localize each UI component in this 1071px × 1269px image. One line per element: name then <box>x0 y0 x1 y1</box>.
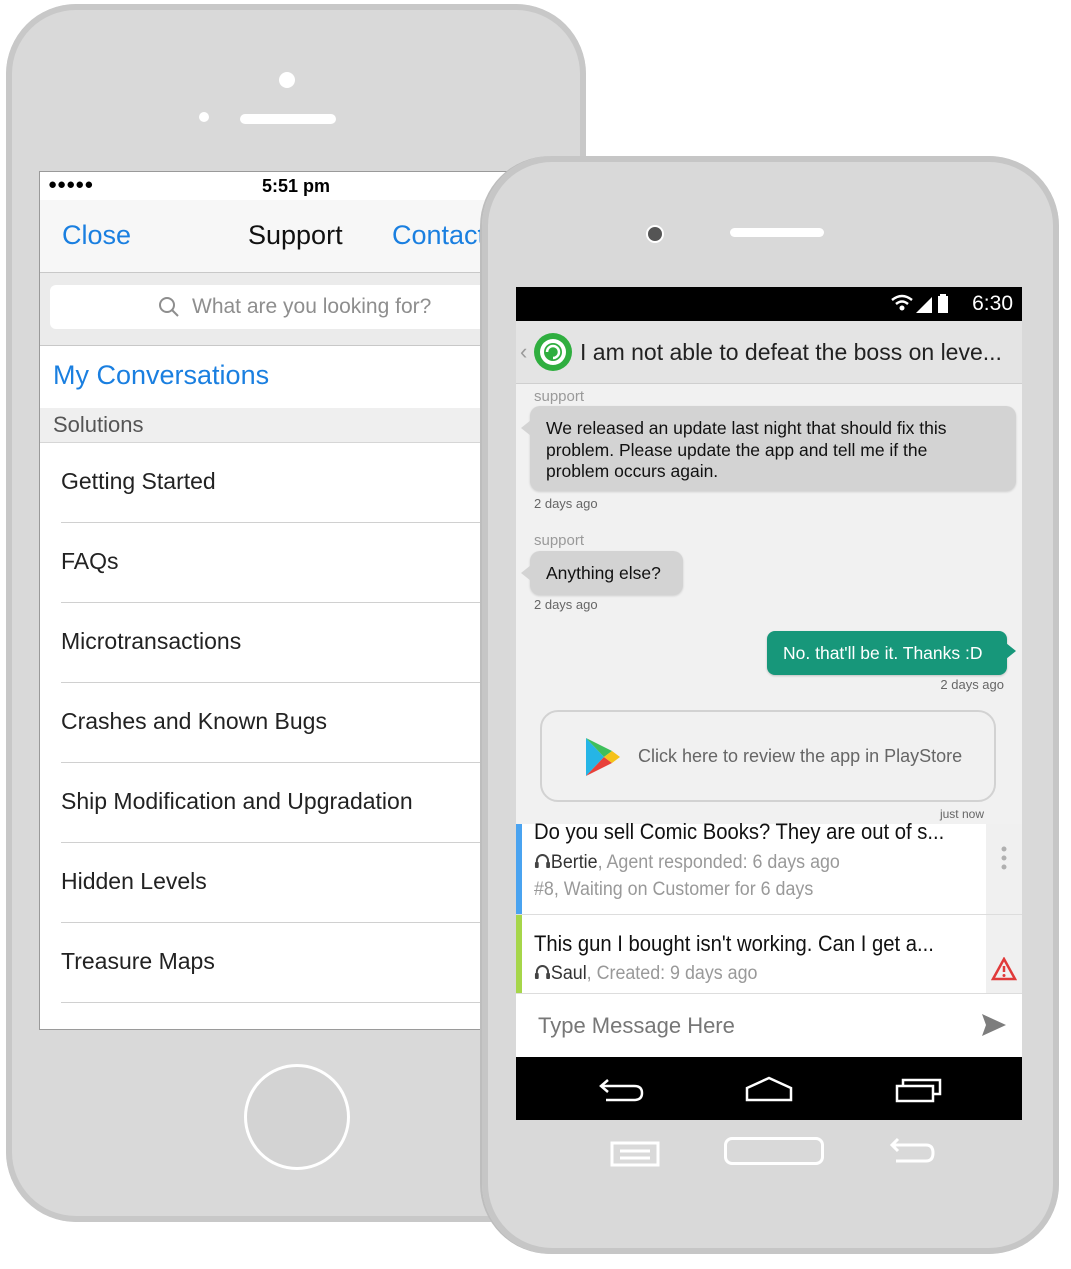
issue-side-panel <box>986 824 1022 914</box>
ios-screen: ●●●●● 5:51 pm Close Support Contact My C… <box>39 171 519 1030</box>
issue-subject: Do you sell Comic Books? They are out of… <box>534 819 945 844</box>
sender-label: support <box>534 532 585 549</box>
back-chevron-icon[interactable]: ‹ <box>520 339 527 365</box>
list-item-label: Hidden Levels <box>61 868 207 894</box>
issue-row[interactable]: This gun I bought isn't working. Can I g… <box>516 915 1022 994</box>
hardware-menu-icon[interactable] <box>610 1141 660 1167</box>
list-item-label: Microtransactions <box>61 628 242 654</box>
my-conversations-row[interactable]: My Conversations <box>40 346 518 408</box>
message-text-line: problem occurs again. <box>546 461 719 481</box>
hardware-home-button[interactable] <box>724 1137 824 1165</box>
list-item[interactable]: Treasure Maps <box>40 923 518 1003</box>
search-field[interactable] <box>50 285 510 329</box>
list-item-label: Getting Started <box>61 468 216 494</box>
message-bubble-outgoing: No. that'll be it. Thanks :D <box>767 631 1016 675</box>
home-button[interactable] <box>244 1064 350 1170</box>
agent-name: Saul <box>550 963 587 984</box>
close-button[interactable]: Close <box>62 220 131 251</box>
message-text-line: We released an update last night that sh… <box>546 418 947 438</box>
list-item[interactable]: FAQs <box>40 523 518 603</box>
list-item-label: FAQs <box>61 548 119 574</box>
message-timestamp: 2 days ago <box>534 597 598 612</box>
app-logo-icon <box>534 333 572 371</box>
signal-strength: ●●●●● <box>48 176 94 193</box>
list-item-label: Treasure Maps <box>61 948 215 974</box>
status-time: 5:51 pm <box>262 176 331 196</box>
message-timestamp: 2 days ago <box>534 496 598 511</box>
playstore-review-card[interactable]: Click here to review the app in PlayStor… <box>540 710 996 802</box>
android-screen: 6:30 ‹ I am not able to defeat the boss … <box>516 287 1022 1120</box>
issue-meta: Bertie, Agent responded: 6 days ago <box>534 852 840 874</box>
earpiece-speaker <box>240 114 336 124</box>
message-text: No. that'll be it. Thanks :D <box>783 643 983 663</box>
review-timestamp: just now <box>939 807 984 821</box>
page-title: Support <box>248 220 343 250</box>
issue-meta: Saul, Created: 9 days ago <box>534 963 757 985</box>
proximity-sensor <box>199 112 209 122</box>
list-item[interactable]: Microtransactions <box>40 603 518 683</box>
search-input[interactable] <box>190 291 494 323</box>
list-item-label: Ship Modification and Upgradation <box>61 788 413 814</box>
solutions-list: Getting Started FAQs Microtransactions C… <box>40 443 518 1003</box>
list-item[interactable]: Crashes and Known Bugs <box>40 683 518 763</box>
section-header-label: Solutions <box>53 412 144 437</box>
ios-nav-bar: Close Support Contact <box>40 200 518 273</box>
message-timestamp: 2 days ago <box>940 677 1004 692</box>
android-nav-bar <box>516 1057 1022 1120</box>
agent-name: Bertie <box>550 852 598 873</box>
issue-row[interactable]: Do you sell Comic Books? They are out of… <box>516 819 1022 915</box>
headset-icon <box>534 854 550 868</box>
home-icon[interactable] <box>744 1074 794 1104</box>
ios-status-bar: ●●●●● 5:51 pm <box>40 172 518 200</box>
list-item-label: Crashes and Known Bugs <box>61 708 327 734</box>
my-conversations-link[interactable]: My Conversations <box>53 360 269 391</box>
issue-status-bar <box>516 915 522 993</box>
earpiece-speaker <box>730 228 824 237</box>
list-item[interactable]: Getting Started <box>40 443 518 523</box>
overflow-menu-icon[interactable] <box>1001 846 1007 870</box>
front-camera <box>279 72 295 88</box>
message-bubble: We released an update last night that sh… <box>521 406 1016 491</box>
send-icon[interactable] <box>980 1012 1008 1038</box>
list-item[interactable]: Ship Modification and Upgradation <box>40 763 518 843</box>
review-prompt-text: Click here to review the app in PlayStor… <box>638 746 963 766</box>
hardware-back-icon[interactable] <box>888 1135 936 1165</box>
search-bar <box>40 273 518 346</box>
message-text: Anything else? <box>546 563 661 583</box>
contact-button[interactable]: Contact <box>392 220 485 251</box>
issue-status-bar <box>516 824 522 914</box>
status-icons <box>891 294 948 313</box>
message-text-line: problem. Please update the app and tell … <box>546 439 928 460</box>
issue-side-panel <box>986 915 1022 993</box>
search-icon <box>159 297 179 317</box>
back-icon[interactable] <box>598 1074 646 1104</box>
sender-label: support <box>534 388 585 405</box>
conversation-title: I am not able to defeat the boss on leve… <box>580 339 1002 365</box>
issue-status: , Created: 9 days ago <box>586 963 758 984</box>
front-camera <box>646 225 664 243</box>
list-item[interactable]: Hidden Levels <box>40 843 518 923</box>
conversation-action-bar: ‹ I am not able to defeat the boss on le… <box>516 321 1022 384</box>
issue-status: , Agent responded: 6 days ago <box>597 852 840 873</box>
compose-bar <box>516 993 1022 1058</box>
status-time: 6:30 <box>972 292 1013 315</box>
android-status-bar: 6:30 <box>516 287 1022 321</box>
message-bubble: Anything else? <box>521 551 683 595</box>
recent-apps-icon[interactable] <box>894 1074 944 1104</box>
warning-icon <box>991 957 1017 981</box>
section-header: Solutions <box>40 408 518 443</box>
message-input[interactable] <box>536 1010 960 1042</box>
issue-subject: This gun I bought isn't working. Can I g… <box>534 931 934 956</box>
divider <box>61 1002 518 1003</box>
playstore-icon <box>586 738 620 776</box>
headset-icon <box>534 965 550 979</box>
issue-detail: #8, Waiting on Customer for 6 days <box>534 879 814 900</box>
